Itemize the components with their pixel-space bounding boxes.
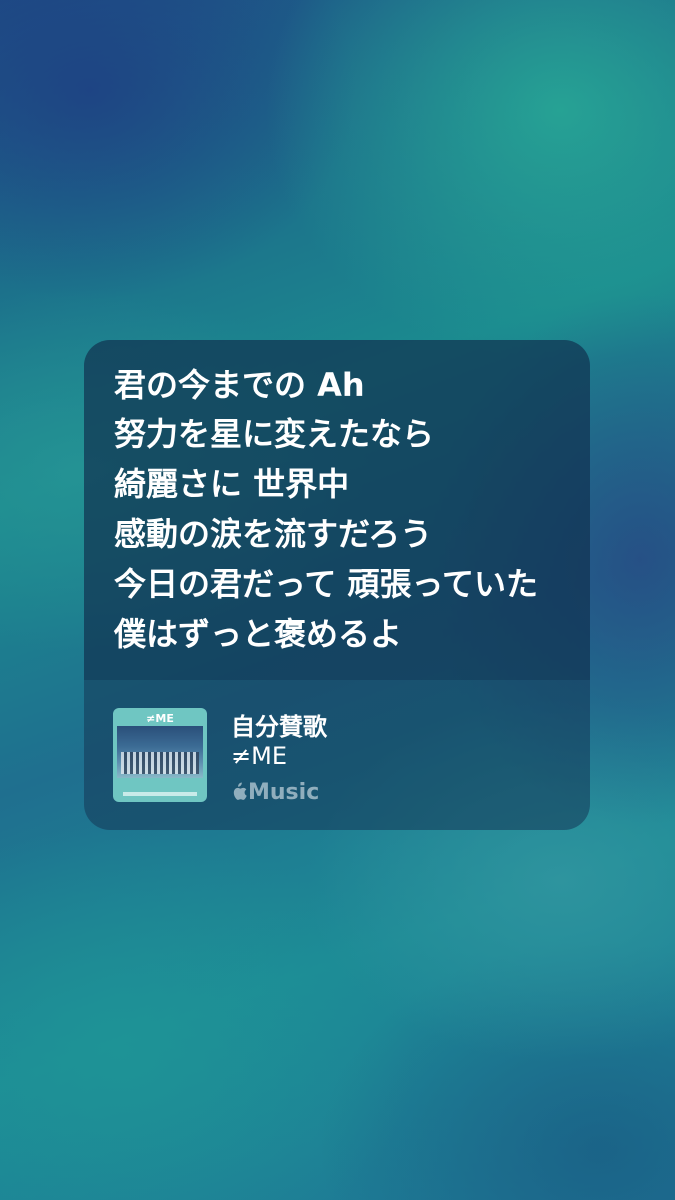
lyric-line: 努力を星に変えたなら bbox=[114, 415, 435, 453]
artwork-group-photo bbox=[121, 752, 199, 774]
lyric-line: 僕はずっと褒めるよ bbox=[114, 615, 403, 653]
apple-music-badge: Music bbox=[230, 778, 319, 806]
lyric-line: 感動の涙を流すだろう bbox=[114, 515, 433, 553]
album-artwork[interactable]: ≠ME bbox=[113, 708, 207, 802]
artwork-logo: ≠ME bbox=[146, 712, 174, 725]
artist-name: ≠ME bbox=[231, 742, 287, 770]
lyrics-section: 君の今までの Ah 努力を星に変えたなら 綺麗さに 世界中 感動の涙を流すだろう… bbox=[84, 340, 590, 680]
apple-icon bbox=[233, 782, 247, 800]
lyric-line: 君の今までの Ah bbox=[114, 366, 365, 404]
song-title: 自分賛歌 bbox=[231, 713, 327, 741]
track-info[interactable]: ≠ME 自分賛歌 ≠ME Music bbox=[84, 680, 590, 830]
artwork-caption-bar bbox=[123, 792, 197, 796]
service-label: Music bbox=[248, 779, 320, 805]
lyric-line: 綺麗さに 世界中 bbox=[114, 465, 350, 503]
lyric-line: 今日の君だって 頑張っていた bbox=[114, 565, 538, 603]
lyrics-share-card[interactable]: 君の今までの Ah 努力を星に変えたなら 綺麗さに 世界中 感動の涙を流すだろう… bbox=[84, 340, 590, 830]
